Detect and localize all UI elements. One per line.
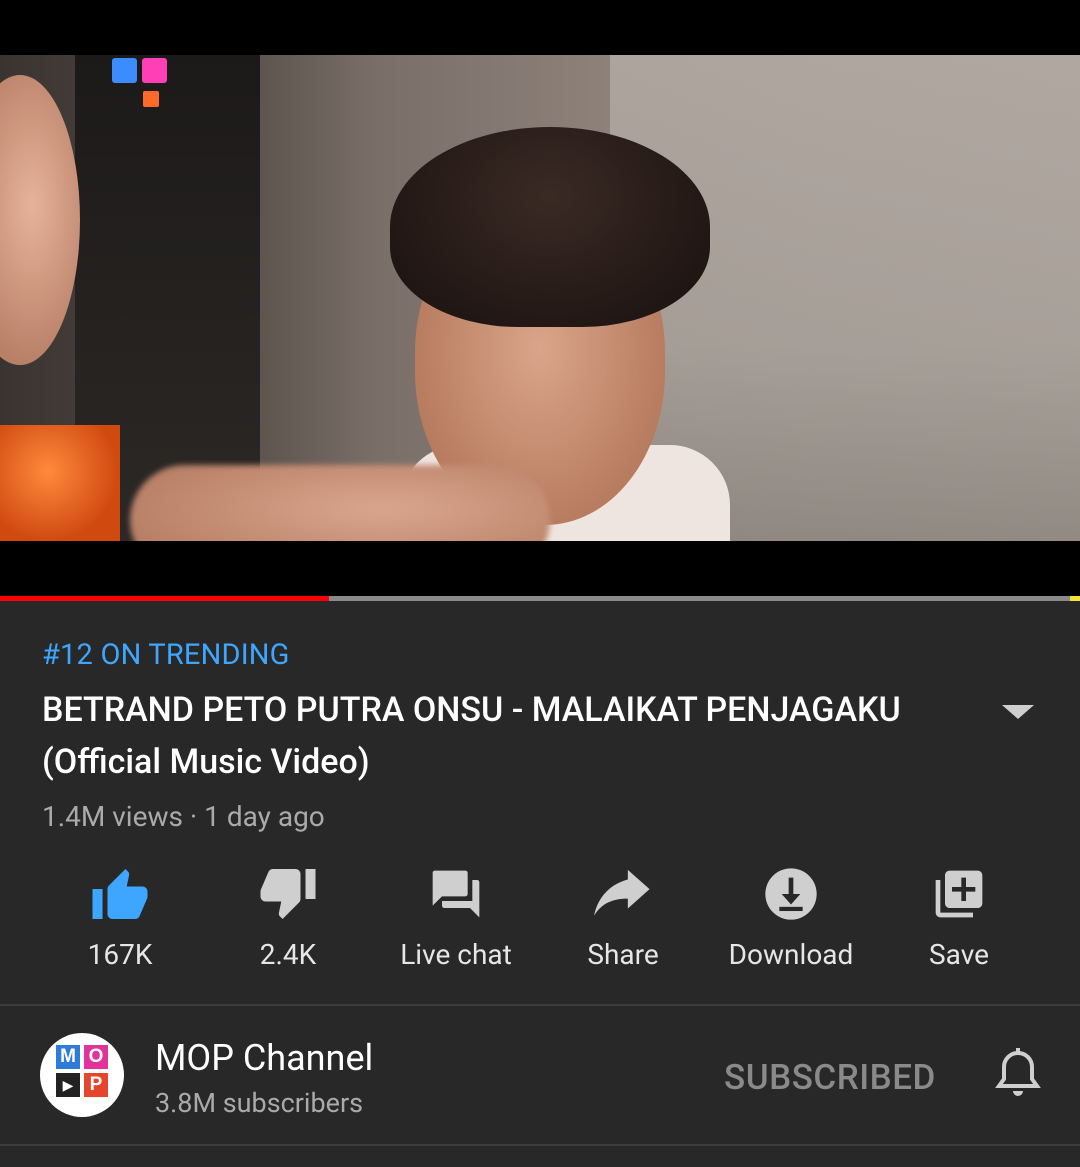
channel-name[interactable]: MOP Channel xyxy=(155,1037,373,1079)
trending-badge[interactable]: #12 ON TRENDING xyxy=(42,638,290,672)
subscriber-count: 3.8M subscribers xyxy=(155,1087,364,1119)
share-label: Share xyxy=(587,938,659,971)
avatar-letter-m: M xyxy=(56,1045,80,1069)
video-frame[interactable] xyxy=(0,55,1080,541)
subscribed-button[interactable]: SUBSCRIBED xyxy=(724,1057,936,1098)
playback-progress-bar[interactable] xyxy=(0,596,1080,601)
orange-dress xyxy=(0,425,120,541)
download-icon xyxy=(765,868,817,920)
woman-face xyxy=(0,75,80,365)
bell-icon xyxy=(995,1048,1041,1096)
thumb-down-icon xyxy=(260,869,316,919)
share-button[interactable]: Share xyxy=(539,860,707,1000)
share-icon xyxy=(594,869,650,916)
dislike-button[interactable]: 2.4K xyxy=(204,860,372,1000)
video-title[interactable]: BETRAND PETO PUTRA ONSU - MALAIKAT PENJA… xyxy=(42,684,942,788)
playlist-add-icon xyxy=(935,870,983,918)
progress-played xyxy=(0,596,330,601)
like-count: 167K xyxy=(87,938,153,971)
expand-description-button[interactable] xyxy=(1000,700,1036,724)
blurred-hand xyxy=(130,465,550,541)
video-player[interactable] xyxy=(0,0,1080,598)
download-button[interactable]: Download xyxy=(707,860,875,1000)
action-bar: 167K 2.4K Live chat Share Download Save xyxy=(0,860,1080,1000)
live-chat-label: Live chat xyxy=(400,938,512,971)
channel-avatar[interactable]: M O ▶ P xyxy=(40,1033,124,1117)
view-count-and-date: 1.4M views · 1 day ago xyxy=(42,800,325,833)
divider xyxy=(0,1004,1080,1006)
download-label: Download xyxy=(728,938,854,971)
progress-end-marker xyxy=(1070,596,1080,601)
thumb-up-icon xyxy=(92,869,148,919)
avatar-play-symbol: ▶ xyxy=(56,1073,80,1097)
chevron-down-icon xyxy=(1002,705,1034,719)
channel-row[interactable]: M O ▶ P MOP Channel 3.8M subscribers SUB… xyxy=(0,1007,1080,1144)
divider xyxy=(0,1144,1080,1146)
like-button[interactable]: 167K xyxy=(36,860,204,1000)
boy-hair xyxy=(390,127,710,327)
notification-bell-button[interactable] xyxy=(994,1047,1042,1103)
avatar-letter-o: O xyxy=(84,1045,108,1069)
chat-icon xyxy=(432,870,480,918)
save-button[interactable]: Save xyxy=(875,860,1043,1000)
live-chat-button[interactable]: Live chat xyxy=(372,860,540,1000)
save-label: Save xyxy=(929,938,989,971)
avatar-letter-p: P xyxy=(84,1073,108,1097)
dislike-count: 2.4K xyxy=(259,938,317,971)
